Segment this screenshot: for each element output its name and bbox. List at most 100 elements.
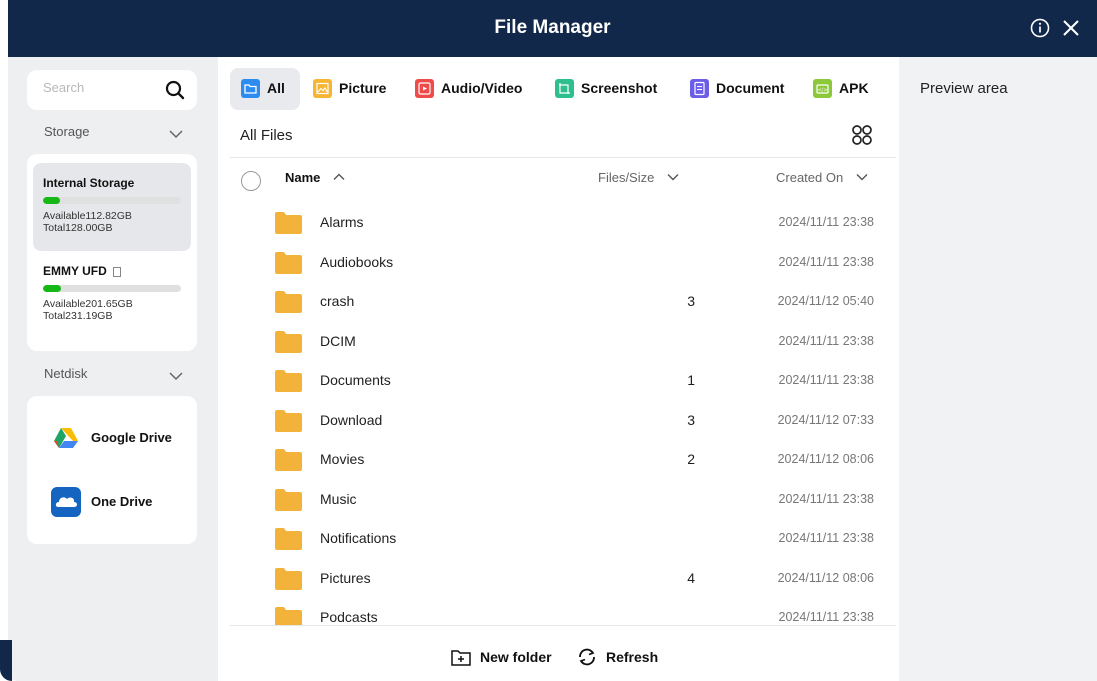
screenshot-tab-icon <box>555 79 574 98</box>
storage-section-header[interactable]: Storage <box>44 124 184 144</box>
window-title: File Manager <box>494 17 611 38</box>
file-date: 2024/11/12 05:40 <box>777 294 874 308</box>
file-row[interactable]: Music 2024/11/11 23:38 <box>230 480 896 519</box>
bottom-toolbar: New folder Refresh <box>218 641 899 671</box>
tab-label: Document <box>716 80 785 96</box>
divider <box>230 157 896 158</box>
storage-name: EMMY UFD <box>43 264 107 278</box>
storage-usage-bar <box>43 285 181 292</box>
tab-document[interactable]: Document <box>679 68 797 110</box>
chevron-down-icon[interactable] <box>168 368 184 384</box>
tab-screenshot[interactable]: Screenshot <box>544 68 672 110</box>
file-count: 1 <box>687 372 695 388</box>
picture-tab-icon <box>313 79 332 98</box>
file-date: 2024/11/12 08:06 <box>777 452 874 466</box>
file-name: Music <box>320 490 357 507</box>
refresh-label: Refresh <box>606 649 659 665</box>
storage-name-row: EMMY UFD <box>43 264 121 278</box>
file-row[interactable]: Documents 1 2024/11/11 23:38 <box>230 361 896 400</box>
tab-label: APK <box>839 80 869 96</box>
tab-all[interactable]: All <box>230 68 300 110</box>
file-name: crash <box>320 293 355 309</box>
file-date: 2024/11/11 23:38 <box>778 491 874 506</box>
apk-tab-icon: </> <box>813 79 832 98</box>
file-row[interactable]: Audiobooks 2024/11/11 23:38 <box>230 243 896 282</box>
folder-icon <box>275 409 302 432</box>
folder-tab-icon <box>241 79 260 98</box>
file-date: 2024/11/11 23:38 <box>778 215 874 229</box>
tab-label: Audio/Video <box>441 80 523 96</box>
select-all-checkbox[interactable] <box>241 171 261 191</box>
chevron-up-icon[interactable] <box>332 170 346 184</box>
file-row[interactable]: Download 3 2024/11/12 07:33 <box>230 401 896 440</box>
folder-icon <box>275 330 302 353</box>
refresh-button[interactable]: Refresh <box>576 645 666 669</box>
search-input[interactable] <box>43 80 153 95</box>
tab-label: Screenshot <box>581 80 658 96</box>
chevron-down-icon[interactable] <box>855 170 869 184</box>
column-header-size[interactable]: Files/Size <box>598 170 680 192</box>
storage-available: Available201.65GB <box>43 298 133 310</box>
file-name: Alarms <box>320 214 364 230</box>
storage-list: Internal Storage Available112.82GB Total… <box>27 154 197 351</box>
storage-item-usb[interactable]: EMMY UFD Available201.65GB Total231.19GB <box>33 251 191 339</box>
window-corner <box>0 640 12 681</box>
audio-video-tab-icon <box>415 79 434 98</box>
file-row[interactable]: Alarms 2024/11/11 23:38 <box>230 203 896 242</box>
file-count: 3 <box>687 293 695 309</box>
netdisk-label: Netdisk <box>44 366 88 381</box>
tab-apk[interactable]: </> APK <box>802 68 882 110</box>
file-name: Notifications <box>320 530 397 546</box>
chevron-down-icon[interactable] <box>168 126 184 142</box>
file-row[interactable]: Notifications 2024/11/11 23:38 <box>230 519 896 558</box>
search-box[interactable] <box>27 70 197 110</box>
category-tabs: All Picture Audio/Video Screenshot Docum… <box>230 68 890 110</box>
folder-icon <box>275 291 302 313</box>
file-date: 2024/11/11 23:38 <box>778 254 874 269</box>
file-row[interactable]: crash 3 2024/11/12 05:40 <box>230 282 896 321</box>
column-label: Name <box>285 170 321 185</box>
file-row[interactable]: Movies 2 2024/11/12 08:06 <box>230 440 896 479</box>
close-icon[interactable] <box>1061 18 1081 38</box>
column-header-created[interactable]: Created On <box>776 170 869 192</box>
column-header-name[interactable]: Name <box>285 170 346 192</box>
netdisk-list: Google Drive One Drive <box>27 396 197 544</box>
new-folder-icon <box>451 650 471 666</box>
tab-audio-video[interactable]: Audio/Video <box>404 68 540 110</box>
eject-icon[interactable] <box>112 266 121 277</box>
refresh-icon <box>579 648 595 666</box>
file-count: 3 <box>687 411 695 428</box>
google-drive-icon <box>54 428 78 448</box>
column-label: Files/Size <box>598 170 655 185</box>
netdisk-item-one-drive[interactable]: One Drive <box>51 487 191 517</box>
grid-view-icon[interactable] <box>851 124 873 146</box>
storage-available: Available112.82GB <box>43 210 132 222</box>
netdisk-label-one-drive: One Drive <box>91 494 153 509</box>
new-folder-button[interactable]: New folder <box>450 645 560 669</box>
file-name: Podcasts <box>320 609 378 625</box>
tab-label: Picture <box>339 80 387 96</box>
column-label: Created On <box>776 170 844 185</box>
tab-picture[interactable]: Picture <box>302 68 398 110</box>
file-date: 2024/11/11 23:38 <box>778 531 874 545</box>
info-icon[interactable] <box>1030 18 1050 38</box>
main-panel: All Picture Audio/Video Screenshot Docum… <box>218 57 899 681</box>
netdisk-item-google-drive[interactable]: Google Drive <box>51 423 191 453</box>
file-name: DCIM <box>320 332 356 349</box>
folder-icon <box>275 488 302 511</box>
folder-icon <box>275 449 302 471</box>
folder-icon <box>275 370 302 392</box>
file-name: Audiobooks <box>320 253 394 270</box>
file-row[interactable]: Pictures 4 2024/11/12 08:06 <box>230 559 896 598</box>
file-date: 2024/11/11 23:38 <box>778 333 874 348</box>
search-icon[interactable] <box>165 80 185 100</box>
file-name: Movies <box>320 451 365 467</box>
chevron-down-icon[interactable] <box>666 170 680 184</box>
sidebar: Storage Internal Storage Available112.82… <box>8 57 218 681</box>
divider <box>230 625 896 626</box>
file-row[interactable]: DCIM 2024/11/11 23:38 <box>230 322 896 361</box>
netdisk-section-header[interactable]: Netdisk <box>44 366 184 386</box>
document-tab-icon <box>690 79 709 98</box>
storage-item-internal[interactable]: Internal Storage Available112.82GB Total… <box>33 163 191 251</box>
file-row[interactable]: Podcasts 2024/11/11 23:38 <box>230 598 896 625</box>
